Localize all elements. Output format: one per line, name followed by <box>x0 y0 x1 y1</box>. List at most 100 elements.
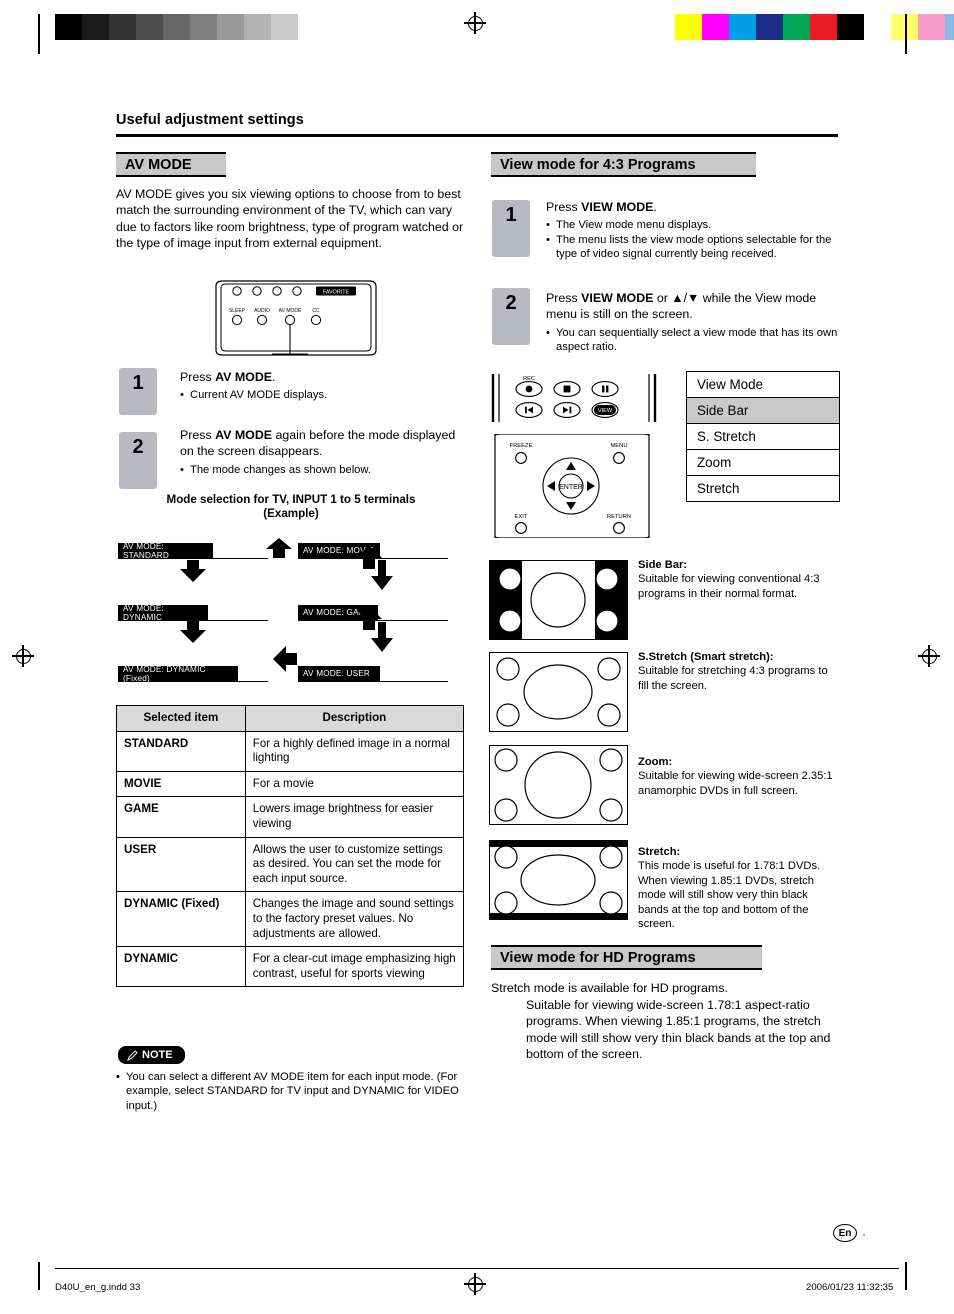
table-header-selected-item: Selected item <box>116 705 246 732</box>
step-2-bold: AV MODE <box>215 428 273 442</box>
svg-text:VIEW: VIEW <box>598 408 613 414</box>
crop-mark <box>905 14 907 40</box>
table-row: DYNAMIC (Fixed) Changes the image and sou… <box>116 891 465 948</box>
header-rule <box>116 134 838 137</box>
section-banner-av-mode: AV MODE <box>116 152 226 177</box>
desc-side-bar: Side Bar: Suitable for viewing conventio… <box>638 558 838 601</box>
desc-side-bar-title: Side Bar: <box>638 559 688 571</box>
r-step-2-pre: Press <box>546 291 582 305</box>
av-mode-intro: AV MODE gives you six viewing options to… <box>116 187 464 251</box>
r-step-2-bold: VIEW MODE <box>581 291 654 305</box>
table-cell-key: STANDARD <box>116 730 246 772</box>
pencil-icon <box>127 1049 138 1061</box>
step-1-bold: AV MODE <box>215 370 273 384</box>
step-2-text-left: Press AV MODE again before the mode disp… <box>180 427 472 478</box>
registration-mark-right <box>918 645 940 667</box>
svg-text:SLEEP: SLEEP <box>229 308 246 314</box>
desc-zoom: Zoom: Suitable for viewing wide-screen 2… <box>638 755 838 798</box>
r-step-2-bullet: You can sequentially select a view mode … <box>546 326 842 355</box>
flow-diagram-title: Mode selection for TV, INPUT 1 to 5 term… <box>116 493 466 521</box>
table-cell-value: Allows the user to customize settings as… <box>244 836 465 893</box>
r-step-1-bullet-2: The menu lists the view mode options sel… <box>546 233 842 262</box>
table-cell-value: For a clear-cut image emphasizing high c… <box>244 946 465 988</box>
thumb-stretch <box>489 840 628 920</box>
step-number-2-left: 2 <box>119 432 157 489</box>
flow-arrows <box>180 538 382 672</box>
step-number-1-left: 1 <box>119 368 157 415</box>
crop-mark <box>38 14 40 40</box>
desc-side-bar-text: Suitable for viewing conventional 4:3 pr… <box>638 573 820 600</box>
r-step-1-bullet-1: The View mode menu displays. <box>546 218 842 233</box>
view-mode-item-s-stretch[interactable]: S. Stretch <box>687 424 839 450</box>
view-mode-item-zoom[interactable]: Zoom <box>687 450 839 476</box>
table-row: USER Allows the user to customize setting… <box>116 836 465 893</box>
table-cell-key: GAME <box>116 796 246 838</box>
note-badge: NOTE <box>118 1046 185 1064</box>
av-mode-table: Selected item Description STANDARD For a … <box>116 705 465 988</box>
hd-body-text: Suitable for viewing wide-screen 1.78:1 … <box>526 998 831 1062</box>
view-mode-item-stretch[interactable]: Stretch <box>687 476 839 501</box>
thumb-zoom <box>489 745 628 825</box>
table-cell-key: MOVIE <box>116 770 246 798</box>
step-number-1-right: 1 <box>492 200 530 257</box>
svg-text:FAVORITE: FAVORITE <box>323 290 350 296</box>
step-number-2-right: 2 <box>492 288 530 345</box>
registration-mark-top <box>464 12 486 34</box>
page-title: Useful adjustment settings <box>116 112 304 128</box>
desc-zoom-text: Suitable for viewing wide-screen 2.35:1 … <box>638 770 833 797</box>
r-step-1-pre: Press <box>546 200 582 214</box>
flow-arrow-down-right <box>371 560 393 652</box>
step-1-pre: Press <box>180 370 216 384</box>
note-bullet: You can select a different AV MODE item … <box>116 1070 466 1113</box>
page-number: · <box>862 1227 866 1241</box>
table-header-row: Selected item Description <box>116 705 465 732</box>
svg-text:FREEZE: FREEZE <box>510 443 533 449</box>
view-mode-menu-title: View Mode <box>687 372 839 398</box>
svg-text:AUDIO: AUDIO <box>254 308 270 314</box>
svg-text:CC: CC <box>312 308 320 314</box>
table-cell-value: For a highly defined image in a normal l… <box>244 730 465 772</box>
step-2-text-right: Press VIEW MODE or ▲/▼ while the View mo… <box>546 290 842 355</box>
table-cell-value: Changes the image and sound settings to … <box>244 891 465 948</box>
table-row: STANDARD For a highly defined image in a … <box>116 730 465 772</box>
registration-mark-bottom <box>464 1273 486 1295</box>
flow-title-line1: Mode selection for TV, INPUT 1 to 5 term… <box>166 493 416 506</box>
remote-illustration-av-mode: FAVORITE SLEEP AUDIO AV MODE CC <box>215 280 377 356</box>
crop-mark <box>905 1262 907 1290</box>
table-row: GAME Lowers image brightness for easier v… <box>116 796 465 838</box>
table-cell-key: DYNAMIC <box>116 946 246 988</box>
table-header-description: Description <box>244 705 465 732</box>
color-calibration-bar <box>675 14 954 40</box>
table-cell-value: For a movie <box>244 770 465 798</box>
remote-illustration-nav-pad: FREEZE MENU ENTER EXIT RETURN <box>494 434 650 538</box>
registration-mark-left <box>12 645 34 667</box>
step-1-text-right: Press VIEW MODE. The View mode menu disp… <box>546 199 842 262</box>
footer-rule <box>55 1268 899 1270</box>
footer-left-text: D40U_en_g.indd 33 <box>55 1282 141 1293</box>
note-label: NOTE <box>142 1049 173 1061</box>
section-banner-view-mode-hd: View mode for HD Programs <box>491 945 762 970</box>
table-cell-value: Lowers image brightness for easier viewi… <box>244 796 465 838</box>
footer-right-text: 2006/01/23 11:32:35 <box>806 1282 894 1293</box>
svg-text:ENTER: ENTER <box>559 484 583 491</box>
language-badge: En <box>833 1224 857 1242</box>
crop-mark <box>905 40 907 54</box>
thumb-s-stretch <box>489 652 628 732</box>
desc-zoom-title: Zoom: <box>638 756 673 768</box>
desc-stretch-text: This mode is useful for 1.78:1 DVDs. Whe… <box>638 860 821 931</box>
remote-illustration-rec-row: REC VIEW <box>491 374 657 422</box>
table-cell-key: USER <box>116 836 246 893</box>
svg-text:RETURN: RETURN <box>607 514 631 520</box>
desc-s-stretch-text: Suitable for stretching 4:3 programs to … <box>638 665 828 692</box>
view-mode-item-side-bar[interactable]: Side Bar <box>687 398 839 424</box>
table-cell-key: DYNAMIC (Fixed) <box>116 891 246 948</box>
crop-mark <box>38 1262 40 1290</box>
view-mode-menu[interactable]: View Mode Side Bar S. Stretch Zoom Stret… <box>686 371 840 502</box>
desc-stretch: Stretch: This mode is useful for 1.78:1 … <box>638 845 838 931</box>
desc-s-stretch-title: S.Stretch (Smart stretch): <box>638 651 774 663</box>
crop-mark <box>38 40 40 54</box>
note-body: You can select a different AV MODE item … <box>116 1070 466 1113</box>
svg-text:EXIT: EXIT <box>515 514 528 520</box>
step-1-post: . <box>272 370 276 384</box>
manual-page: Useful adjustment settings AV MODE AV MO… <box>0 0 954 1314</box>
